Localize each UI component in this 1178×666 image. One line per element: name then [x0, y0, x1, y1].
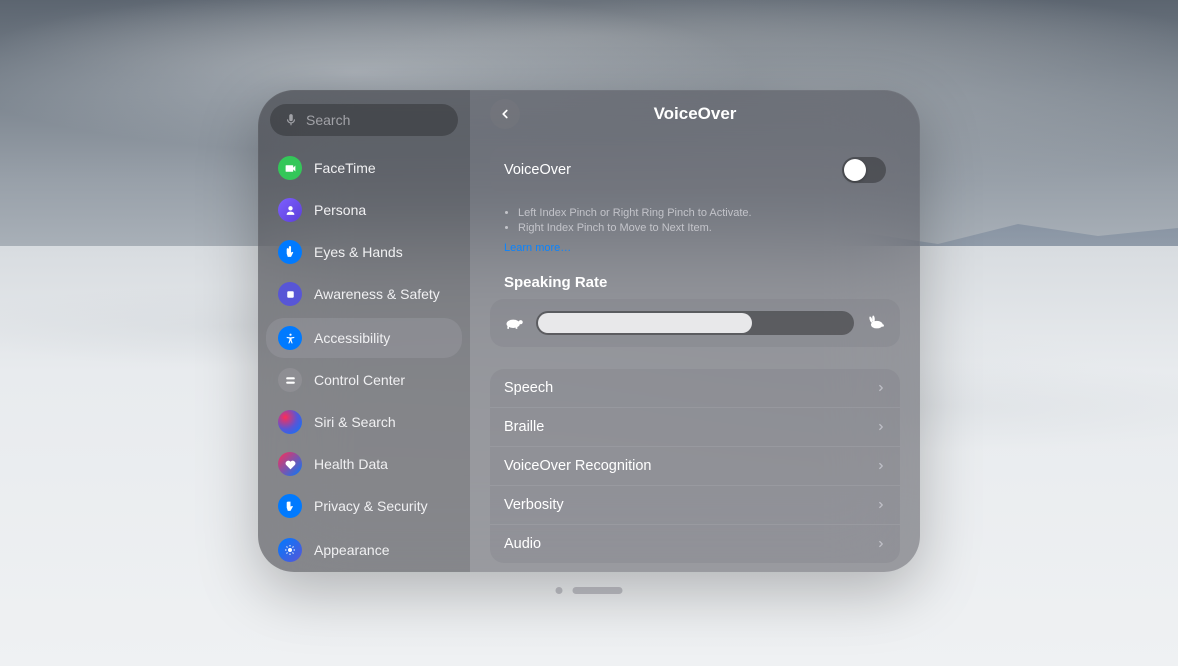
persona-icon	[278, 198, 302, 222]
search-box[interactable]	[270, 104, 458, 136]
appearance-icon	[278, 538, 302, 562]
speaking-rate-title: Speaking Rate	[490, 256, 900, 299]
row-label: Audio	[504, 536, 541, 552]
facetime-icon	[278, 156, 302, 180]
chevron-right-icon	[876, 421, 886, 433]
hint-text: Right Index Pinch to Move to Next Item.	[518, 221, 886, 236]
hand-privacy-icon	[278, 494, 302, 518]
row-label: Braille	[504, 419, 544, 435]
microphone-icon	[284, 113, 298, 127]
sidebar: FaceTime Persona Eyes & Hands Awareness …	[258, 90, 470, 572]
sidebar-item-eyes-hands[interactable]: Eyes & Hands	[266, 232, 462, 272]
voiceover-options-group: Speech Braille VoiceOver Recognition Ver…	[490, 369, 900, 563]
accessibility-icon	[278, 326, 302, 350]
sidebar-item-privacy-security[interactable]: Privacy & Security	[266, 486, 462, 526]
voiceover-toggle[interactable]	[842, 157, 886, 183]
sidebar-item-label: Siri & Search	[314, 414, 396, 430]
sidebar-item-awareness-safety[interactable]: Awareness & Safety	[266, 274, 462, 314]
chevron-right-icon	[876, 460, 886, 472]
page-title: VoiceOver	[654, 104, 737, 124]
voiceover-toggle-row: VoiceOver	[490, 146, 900, 194]
sidebar-item-accessibility[interactable]: Accessibility	[266, 318, 462, 358]
back-button[interactable]	[490, 99, 520, 129]
sidebar-item-label: Control Center	[314, 372, 405, 388]
settings-window: FaceTime Persona Eyes & Hands Awareness …	[258, 90, 920, 572]
verbosity-row[interactable]: Verbosity	[490, 485, 900, 524]
sidebar-item-siri-search[interactable]: Siri & Search	[266, 402, 462, 442]
health-icon	[278, 452, 302, 476]
toggle-knob	[844, 159, 866, 181]
learn-more-link[interactable]: Learn more…	[490, 242, 571, 254]
sidebar-item-label: Awareness & Safety	[314, 286, 440, 302]
page-dot	[556, 587, 563, 594]
sidebar-item-persona[interactable]: Persona	[266, 190, 462, 230]
page-pill	[573, 587, 623, 594]
sidebar-item-control-center[interactable]: Control Center	[266, 360, 462, 400]
chevron-left-icon	[498, 107, 512, 121]
hand-icon	[278, 240, 302, 264]
speech-row[interactable]: Speech	[490, 369, 900, 407]
sidebar-item-label: Accessibility	[314, 330, 390, 346]
audio-row[interactable]: Audio	[490, 524, 900, 563]
sidebar-item-appearance[interactable]: Appearance	[266, 530, 462, 570]
braille-row[interactable]: Braille	[490, 407, 900, 446]
page-indicator[interactable]	[556, 587, 623, 594]
voiceover-hints: Left Index Pinch or Right Ring Pinch to …	[490, 202, 900, 236]
awareness-icon	[278, 282, 302, 306]
slider-fill	[538, 313, 752, 333]
row-label: Verbosity	[504, 497, 564, 513]
hint-text: Left Index Pinch or Right Ring Pinch to …	[518, 206, 886, 221]
sidebar-item-label: Eyes & Hands	[314, 244, 403, 260]
sidebar-item-label: Persona	[314, 202, 366, 218]
sidebar-item-label: Health Data	[314, 456, 388, 472]
voiceover-recognition-row[interactable]: VoiceOver Recognition	[490, 446, 900, 485]
row-label: Speech	[504, 380, 553, 396]
sidebar-item-label: Privacy & Security	[314, 498, 428, 514]
content-pane: VoiceOver VoiceOver Left Index Pinch or …	[470, 90, 920, 572]
sidebar-item-label: Appearance	[314, 542, 390, 558]
rabbit-icon	[866, 315, 886, 331]
chevron-right-icon	[876, 499, 886, 511]
row-label: VoiceOver Recognition	[504, 458, 652, 474]
control-center-icon	[278, 368, 302, 392]
content-header: VoiceOver	[490, 104, 900, 124]
search-input[interactable]	[306, 112, 444, 128]
sidebar-item-label: FaceTime	[314, 160, 376, 176]
speaking-rate-slider[interactable]	[536, 311, 854, 335]
chevron-right-icon	[876, 382, 886, 394]
chevron-right-icon	[876, 538, 886, 550]
voiceover-toggle-group: VoiceOver	[490, 146, 900, 194]
speaking-rate-slider-row	[490, 299, 900, 347]
speaking-rate-group	[490, 299, 900, 347]
turtle-icon	[504, 315, 524, 331]
siri-icon	[278, 410, 302, 434]
voiceover-toggle-label: VoiceOver	[504, 162, 571, 178]
sidebar-item-health-data[interactable]: Health Data	[266, 444, 462, 484]
sidebar-item-facetime[interactable]: FaceTime	[266, 148, 462, 188]
